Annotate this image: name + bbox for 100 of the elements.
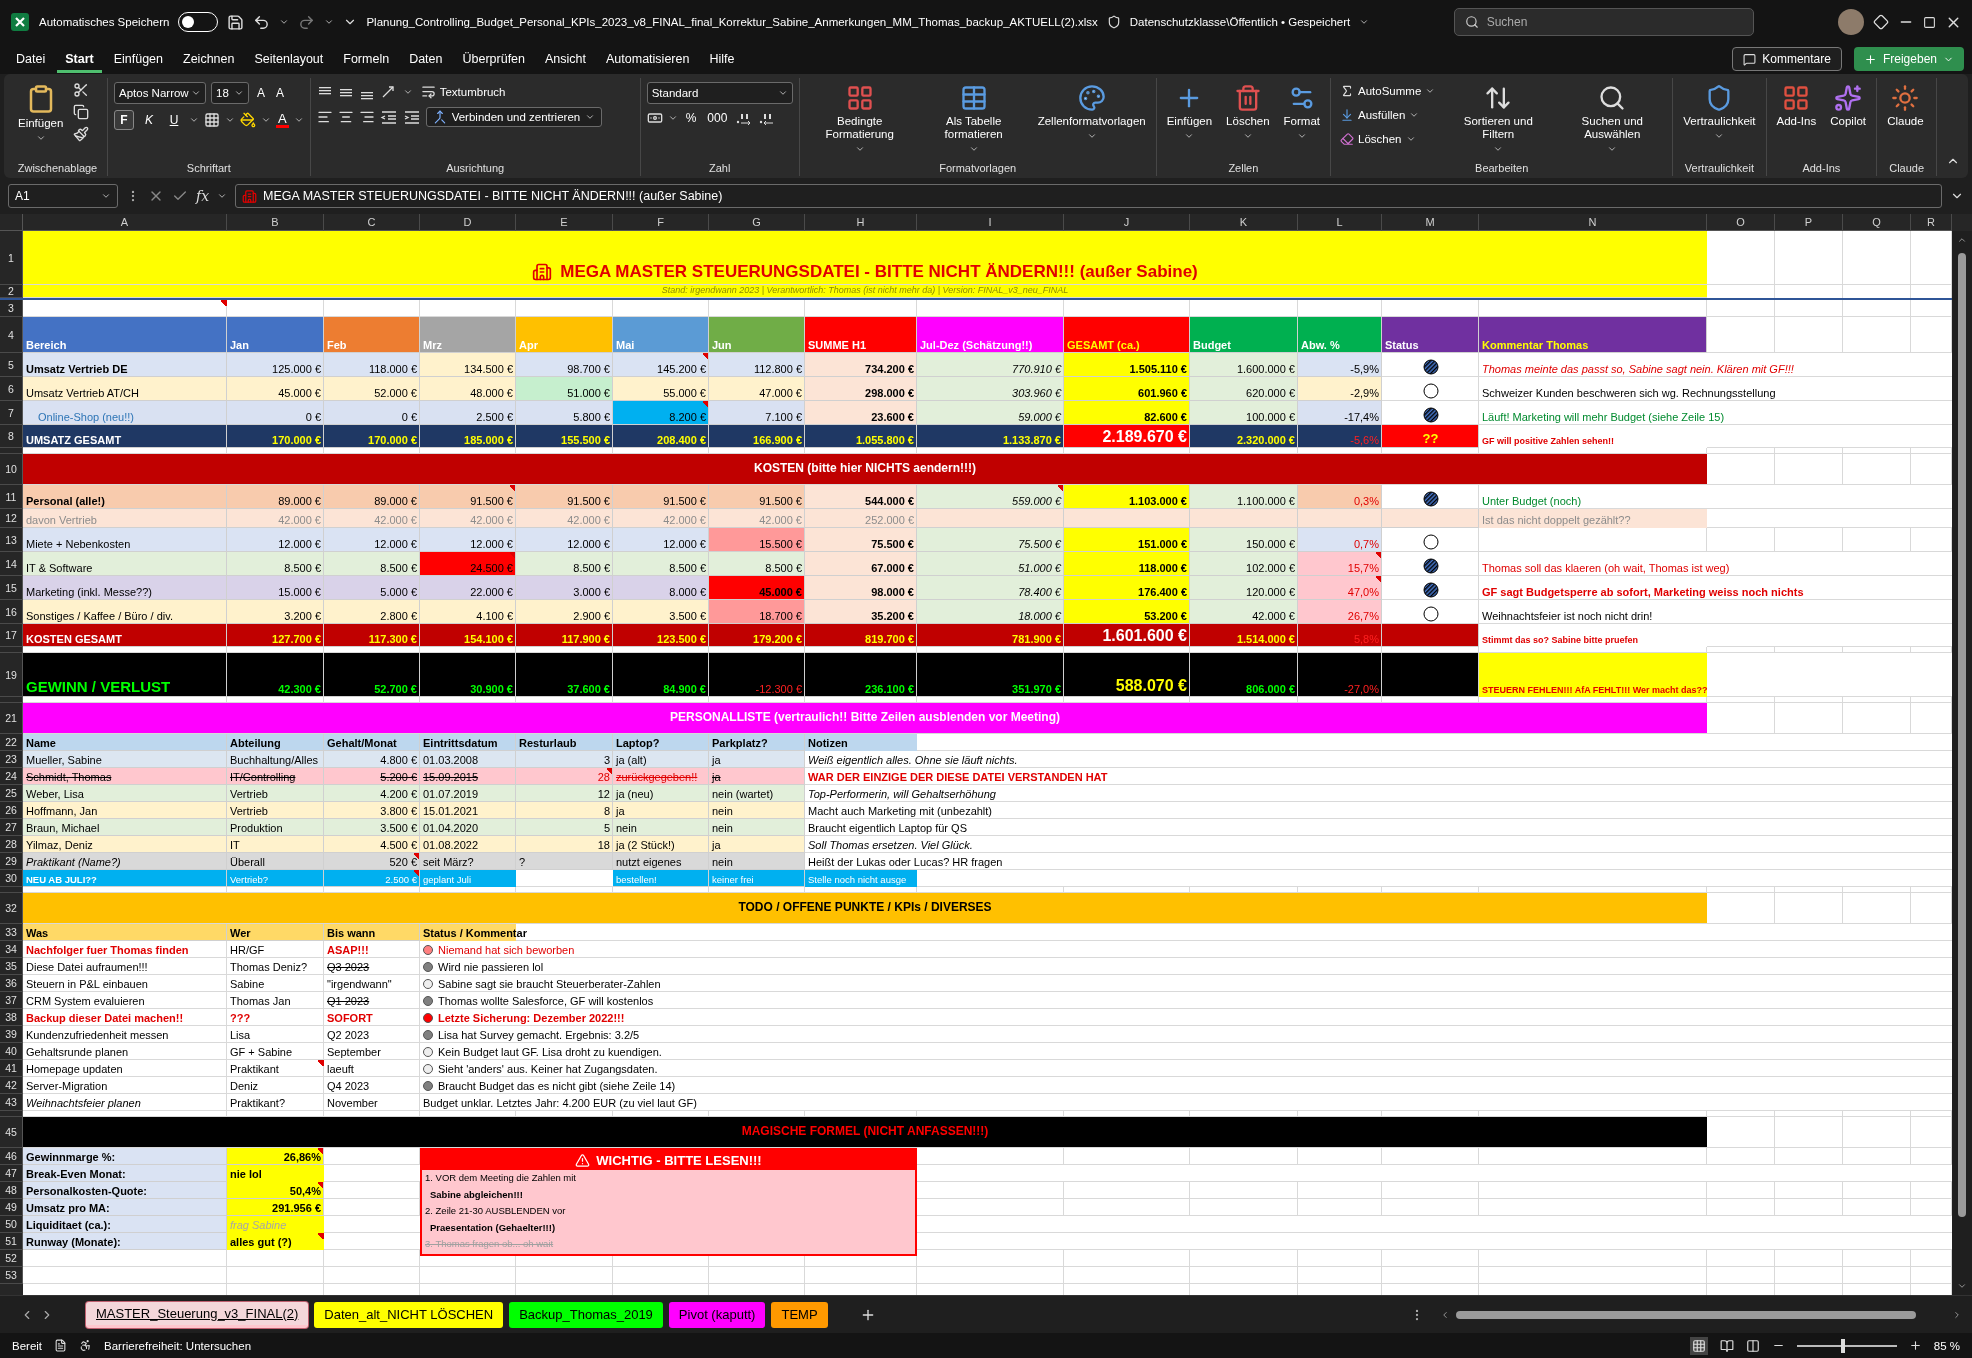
- caret-icon[interactable]: [1359, 17, 1370, 27]
- share-button[interactable]: Freigeben: [1853, 47, 1964, 71]
- normal-view-icon[interactable]: [1691, 1338, 1706, 1353]
- row-number[interactable]: 17: [0, 624, 23, 647]
- caret-icon[interactable]: [1409, 110, 1420, 120]
- fill-color-icon[interactable]: [240, 112, 256, 128]
- row-number[interactable]: 5: [0, 353, 23, 377]
- row-number[interactable]: 40: [0, 1043, 23, 1060]
- increase-indent-icon[interactable]: [402, 109, 421, 125]
- scroll-up-icon[interactable]: [1957, 235, 1967, 245]
- scroll-right-icon[interactable]: [1952, 1309, 1962, 1320]
- row-number[interactable]: 21: [0, 703, 23, 734]
- row-number[interactable]: 45: [0, 1117, 23, 1148]
- align-center-icon[interactable]: [337, 109, 354, 125]
- menu-tab[interactable]: Einfügen: [105, 45, 172, 73]
- underline-button[interactable]: U: [164, 110, 184, 130]
- spreadsheet-app-icon[interactable]: [10, 12, 30, 32]
- menu-tab[interactable]: Hilfe: [701, 45, 743, 73]
- row-number[interactable]: 15: [0, 576, 23, 600]
- row-number[interactable]: 7: [0, 401, 23, 425]
- insert-cells-button[interactable]: Einfügen: [1162, 82, 1217, 144]
- spreadsheet-grid[interactable]: [0, 231, 1952, 1295]
- caret-icon[interactable]: [261, 115, 271, 125]
- comments-button[interactable]: Kommentare: [1732, 47, 1842, 71]
- font-field[interactable]: Aptos Narrow: [114, 82, 206, 104]
- find-select-button[interactable]: Suchen und Auswählen: [1558, 82, 1667, 157]
- row-number[interactable]: 34: [0, 941, 23, 958]
- caret-icon[interactable]: [293, 115, 304, 125]
- save-status[interactable]: Datenschutzklasse\Öffentlich • Gespeichert: [1129, 16, 1351, 28]
- bold-button[interactable]: F: [114, 110, 134, 130]
- percent-button[interactable]: %: [682, 111, 700, 125]
- menu-tab[interactable]: Formeln: [335, 45, 398, 73]
- currency-icon[interactable]: [646, 110, 663, 126]
- row-number[interactable]: 14: [0, 552, 23, 576]
- sheet-tab[interactable]: Backup_Thomas_2019: [509, 1301, 663, 1328]
- row-number[interactable]: 39: [0, 1026, 23, 1043]
- sheet-tab[interactable]: MASTER_Steuerung_v3_FINAL(2): [86, 1301, 309, 1328]
- autosave-toggle[interactable]: [178, 12, 219, 32]
- row-number[interactable]: 51: [0, 1233, 23, 1250]
- row-number[interactable]: 36: [0, 975, 23, 992]
- caret-icon[interactable]: [234, 88, 244, 98]
- row-number[interactable]: 25: [0, 785, 23, 802]
- row-number[interactable]: 10: [0, 454, 23, 485]
- save-icon[interactable]: [227, 13, 245, 31]
- name-box[interactable]: A1: [8, 184, 118, 208]
- menu-tab[interactable]: Ansicht: [537, 45, 595, 73]
- row-number[interactable]: 46: [0, 1148, 23, 1165]
- row-number[interactable]: 24: [0, 768, 23, 785]
- scroll-down-icon[interactable]: [1957, 1281, 1967, 1291]
- row-number[interactable]: 32: [0, 893, 23, 924]
- cell-styles-button[interactable]: Zellenformatvorlagen: [1033, 82, 1150, 144]
- caret-icon[interactable]: [279, 17, 290, 27]
- zoom-thumb[interactable]: [1840, 1338, 1845, 1353]
- format-painter-icon[interactable]: [73, 126, 90, 142]
- caret-icon[interactable]: [101, 191, 111, 201]
- row-number[interactable]: 49: [0, 1199, 23, 1216]
- menu-tab[interactable]: Seitenlayout: [246, 45, 332, 73]
- menu-tab[interactable]: Zeichnen: [175, 45, 243, 73]
- conditional-format-button[interactable]: Bedingte Formatierung: [805, 82, 914, 157]
- font-color-button[interactable]: A: [276, 112, 289, 128]
- maximize-icon[interactable]: [1923, 15, 1936, 29]
- format-table-button[interactable]: Als Tabelle formatieren: [919, 82, 1028, 157]
- row-number[interactable]: 26: [0, 802, 23, 819]
- merge-center-button[interactable]: Verbinden und zentrieren: [425, 107, 603, 127]
- diamond-icon[interactable]: [1873, 14, 1889, 30]
- menu-tab[interactable]: Automatisieren: [598, 45, 698, 73]
- row-number[interactable]: 50: [0, 1216, 23, 1233]
- row-number[interactable]: 37: [0, 992, 23, 1009]
- search-field[interactable]: Suchen: [1453, 8, 1754, 36]
- fill-button[interactable]: Ausfüllen: [1337, 106, 1439, 124]
- row-number[interactable]: 38: [0, 1009, 23, 1026]
- avatar[interactable]: [1838, 9, 1864, 35]
- align-left-icon[interactable]: [316, 109, 333, 125]
- horizontal-scrollbar[interactable]: [1455, 1310, 1916, 1319]
- row-number[interactable]: 27: [0, 819, 23, 836]
- row-number[interactable]: 11: [0, 485, 23, 509]
- grow-font-button[interactable]: A: [254, 86, 268, 100]
- row-number[interactable]: 47: [0, 1165, 23, 1182]
- zoom-in-icon[interactable]: [1908, 1339, 1922, 1352]
- row-number[interactable]: 8: [0, 425, 23, 448]
- row-number[interactable]: 3: [0, 300, 23, 317]
- row-number[interactable]: 28: [0, 836, 23, 853]
- borders-icon[interactable]: [204, 112, 220, 128]
- add-ins-button[interactable]: Add-Ins: [1772, 82, 1821, 131]
- menu-tab[interactable]: Daten: [401, 45, 451, 73]
- delete-cells-button[interactable]: Löschen: [1222, 82, 1274, 144]
- row-number[interactable]: 42: [0, 1077, 23, 1094]
- caret-icon[interactable]: [1405, 134, 1416, 144]
- row-number[interactable]: 19: [0, 653, 23, 697]
- caret-icon[interactable]: [585, 112, 596, 122]
- thousands-button[interactable]: 000: [704, 111, 731, 125]
- row-number[interactable]: 41: [0, 1060, 23, 1077]
- caret-icon[interactable]: [667, 113, 678, 123]
- row-number[interactable]: 43: [0, 1094, 23, 1111]
- claude-button[interactable]: Claude: [1883, 82, 1928, 131]
- insert-function-button[interactable]: fx: [196, 188, 210, 204]
- italic-button[interactable]: K: [139, 110, 159, 130]
- clear-button[interactable]: Löschen: [1337, 130, 1439, 148]
- row-number[interactable]: 6: [0, 377, 23, 401]
- sort-filter-button[interactable]: Sortieren und Filtern: [1444, 82, 1553, 157]
